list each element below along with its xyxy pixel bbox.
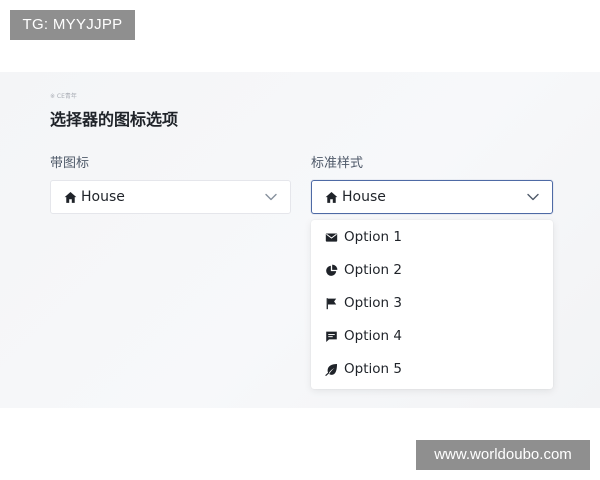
envelope-icon <box>325 233 338 242</box>
comment-icon <box>326 331 337 343</box>
page: TG: MYYJJPP ※ CE青年 选择器的图标选项 带图标 House 标准… <box>0 0 600 480</box>
breadcrumb: ※ CE青年 <box>50 93 77 100</box>
field-label-standard: 标准样式 <box>311 156 364 171</box>
select-value: House <box>342 189 386 205</box>
select-with-icon[interactable]: House <box>50 180 291 214</box>
dropdown-option-4[interactable]: Option 4 <box>311 320 553 353</box>
dropdown-option-label: Option 5 <box>344 361 402 377</box>
dropdown-option-label: Option 3 <box>344 295 402 311</box>
dropdown-menu: Option 1 Option 2 Option 3 Option 4 Opti… <box>311 220 553 389</box>
dropdown-option-label: Option 2 <box>344 262 402 278</box>
demo-panel: ※ CE青年 选择器的图标选项 带图标 House 标准样式 House Opt… <box>0 72 600 408</box>
chevron-down-icon <box>527 193 539 201</box>
flag-icon <box>326 298 337 310</box>
dropdown-option-label: Option 1 <box>344 229 402 245</box>
dropdown-option-3[interactable]: Option 3 <box>311 287 553 320</box>
select-value: House <box>81 189 125 205</box>
watermark-bottom-right: www.worldoubo.com <box>416 440 590 470</box>
dropdown-option-1[interactable]: Option 1 <box>311 221 553 254</box>
select-standard[interactable]: House <box>311 180 553 214</box>
watermark-top-left: TG: MYYJJPP <box>10 10 135 40</box>
page-title: 选择器的图标选项 <box>50 110 179 129</box>
home-icon <box>64 191 77 203</box>
dropdown-option-2[interactable]: Option 2 <box>311 254 553 287</box>
chevron-down-icon <box>265 193 277 201</box>
field-label-with-icon: 带图标 <box>50 156 90 171</box>
dropdown-option-label: Option 4 <box>344 328 402 344</box>
pie-chart-icon <box>326 264 338 276</box>
dropdown-option-5[interactable]: Option 5 <box>311 353 553 386</box>
home-icon <box>325 191 338 203</box>
leaf-icon <box>325 363 338 376</box>
